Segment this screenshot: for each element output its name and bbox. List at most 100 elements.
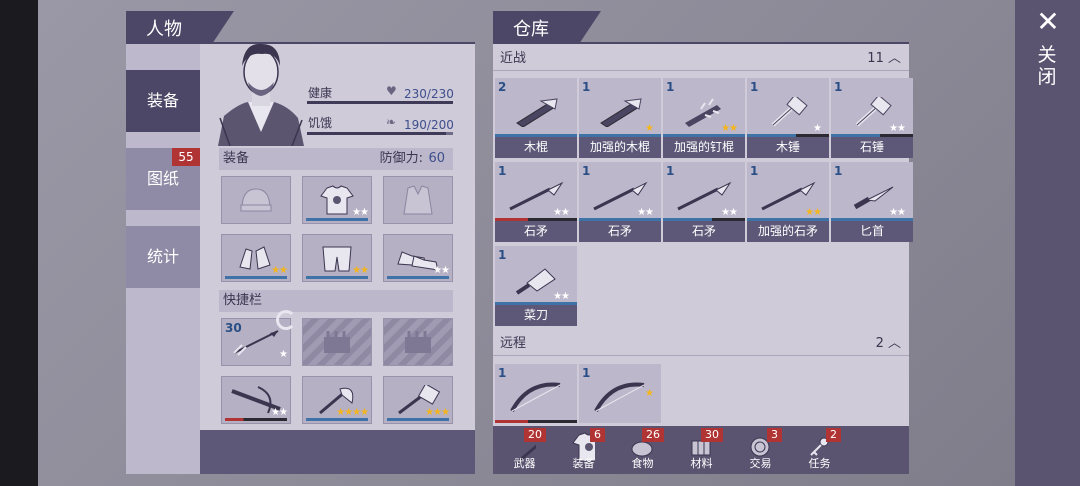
ranged-count-toggle[interactable]: 2 ︿ [876, 332, 901, 356]
tab-label: 统计 [146, 247, 179, 266]
chevron-up-icon: ︿ [887, 336, 901, 351]
quickbar-label: 快捷栏 [223, 293, 263, 308]
storage-item[interactable]: 1 ★ 木锤 [747, 78, 829, 158]
quick-slot [383, 318, 453, 366]
category-label: 材料 [690, 457, 713, 470]
storage-item[interactable]: 1 ★★ 菜刀 [495, 246, 577, 326]
storage-title: 仓库 [513, 19, 549, 40]
storage-item[interactable]: 1 ★★ 加强的钉棍 [663, 78, 745, 158]
storage-item[interactable]: 1 [495, 364, 577, 423]
star-rating: ★ [813, 123, 822, 134]
tab-blueprints[interactable]: 图纸 55 [126, 148, 200, 210]
storage-item[interactable]: 1 ★★ 石矛 [579, 162, 661, 242]
category-badge: 3 [767, 428, 782, 442]
quickbar-header: 快捷栏 [219, 290, 453, 312]
star-rating: ★ [645, 123, 654, 134]
equip-slot[interactable]: ★★ [221, 234, 291, 282]
star-rating: ★ [279, 349, 288, 360]
equip-section-header: 装备 防御力: 60 [219, 148, 453, 170]
screen-edge [0, 0, 38, 486]
category-badge: 6 [590, 428, 605, 442]
storage-item[interactable]: 1 ★ 加强的木棍 [579, 78, 661, 158]
category-badge: 20 [524, 428, 546, 442]
defense-value: 60 [428, 151, 445, 166]
item-name: 石锤 [831, 137, 913, 158]
item-name: 加强的钉棍 [663, 137, 745, 158]
category-label: 交易 [749, 457, 772, 470]
hunger-bar [307, 132, 453, 135]
locked-slot-icon [384, 319, 452, 365]
equip-slot[interactable] [383, 176, 453, 224]
star-rating: ★★ [352, 207, 369, 218]
category-quests[interactable]: 2 任务 [790, 426, 849, 474]
melee-count-toggle[interactable]: 11 ︿ [867, 47, 901, 71]
category-badge: 2 [826, 428, 841, 442]
defense-label: 防御力: [379, 151, 423, 166]
character-panel-footer [200, 430, 475, 474]
category-food[interactable]: 26 食物 [613, 426, 672, 474]
refresh-icon[interactable] [276, 310, 296, 330]
health-label: 健康 [308, 86, 333, 100]
star-rating: ★★ [721, 207, 738, 218]
quick-slot[interactable]: ★★★★ [302, 376, 372, 424]
storage-item[interactable]: 1 ★★ 石矛 [663, 162, 745, 242]
storage-item[interactable]: 1 ★★ 匕首 [831, 162, 913, 242]
star-rating: ★★★★ [336, 407, 369, 418]
category-label: 任务 [808, 457, 831, 470]
tab-label: 图纸 [146, 169, 179, 188]
character-title: 人物 [146, 19, 182, 40]
equip-slot[interactable]: ★★ [383, 234, 453, 282]
equip-slot[interactable] [221, 176, 291, 224]
hunger-value: 190/200 [404, 118, 454, 132]
star-rating: ★★ [433, 265, 450, 276]
star-rating: ★★★ [425, 407, 450, 418]
star-rating: ★★ [805, 207, 822, 218]
tab-equipment[interactable]: 装备 [126, 70, 200, 132]
close-icon[interactable]: ✕ [1034, 8, 1062, 36]
equip-slot[interactable]: ★★ [302, 176, 372, 224]
melee-section-header[interactable]: 近战 11 ︿ [493, 47, 909, 71]
health-bar [307, 101, 453, 104]
category-weapons[interactable]: 20 武器 [495, 426, 554, 474]
bow-icon [495, 378, 577, 418]
storage-item[interactable]: 1 ★ [579, 364, 661, 423]
category-materials[interactable]: 30 材料 [672, 426, 731, 474]
category-trade[interactable]: 3 交易 [731, 426, 790, 474]
star-rating: ★★ [637, 207, 654, 218]
star-rating: ★ [645, 388, 654, 399]
melee-label: 近战 [500, 51, 527, 66]
quick-slot[interactable]: ★★★ [383, 376, 453, 424]
quick-slot[interactable]: ★★ [221, 376, 291, 424]
item-name: 木锤 [747, 137, 829, 158]
star-rating: ★★ [721, 123, 738, 134]
item-name: 加强的木棍 [579, 137, 661, 158]
ranged-section-header[interactable]: 远程 2 ︿ [493, 332, 909, 356]
storage-item[interactable]: 1 ★★ 石矛 [495, 162, 577, 242]
durability-bar [306, 218, 368, 221]
star-rating: ★★ [889, 207, 906, 218]
quick-slot [302, 318, 372, 366]
beanie-icon [222, 177, 290, 223]
melee-count: 11 [867, 51, 884, 66]
tab-statistics[interactable]: 统计 [126, 226, 200, 288]
close-button-label[interactable]: 关闭 [1037, 44, 1057, 88]
category-label: 武器 [513, 457, 536, 470]
tab-label: 装备 [146, 91, 179, 110]
star-rating: ★★ [889, 123, 906, 134]
durability-bar [225, 418, 287, 421]
health-value: 230/230 [404, 87, 454, 101]
durability-bar [495, 420, 577, 423]
storage-item[interactable]: 1 ★★ 石锤 [831, 78, 913, 158]
item-name: 木棍 [495, 137, 577, 158]
storage-item[interactable]: 1 ★★ 加强的石矛 [747, 162, 829, 242]
category-equipment[interactable]: 6 装备 [554, 426, 613, 474]
durability-bar [306, 418, 368, 421]
category-label: 食物 [631, 457, 654, 470]
item-name: 匕首 [831, 221, 913, 242]
equip-slot[interactable]: ★★ [302, 234, 372, 282]
item-name: 加强的石矛 [747, 221, 829, 242]
star-rating: ★★ [271, 265, 288, 276]
storage-item[interactable]: 2 木棍 [495, 78, 577, 158]
health-bar-fill [307, 101, 453, 104]
jacket-icon [384, 177, 452, 223]
